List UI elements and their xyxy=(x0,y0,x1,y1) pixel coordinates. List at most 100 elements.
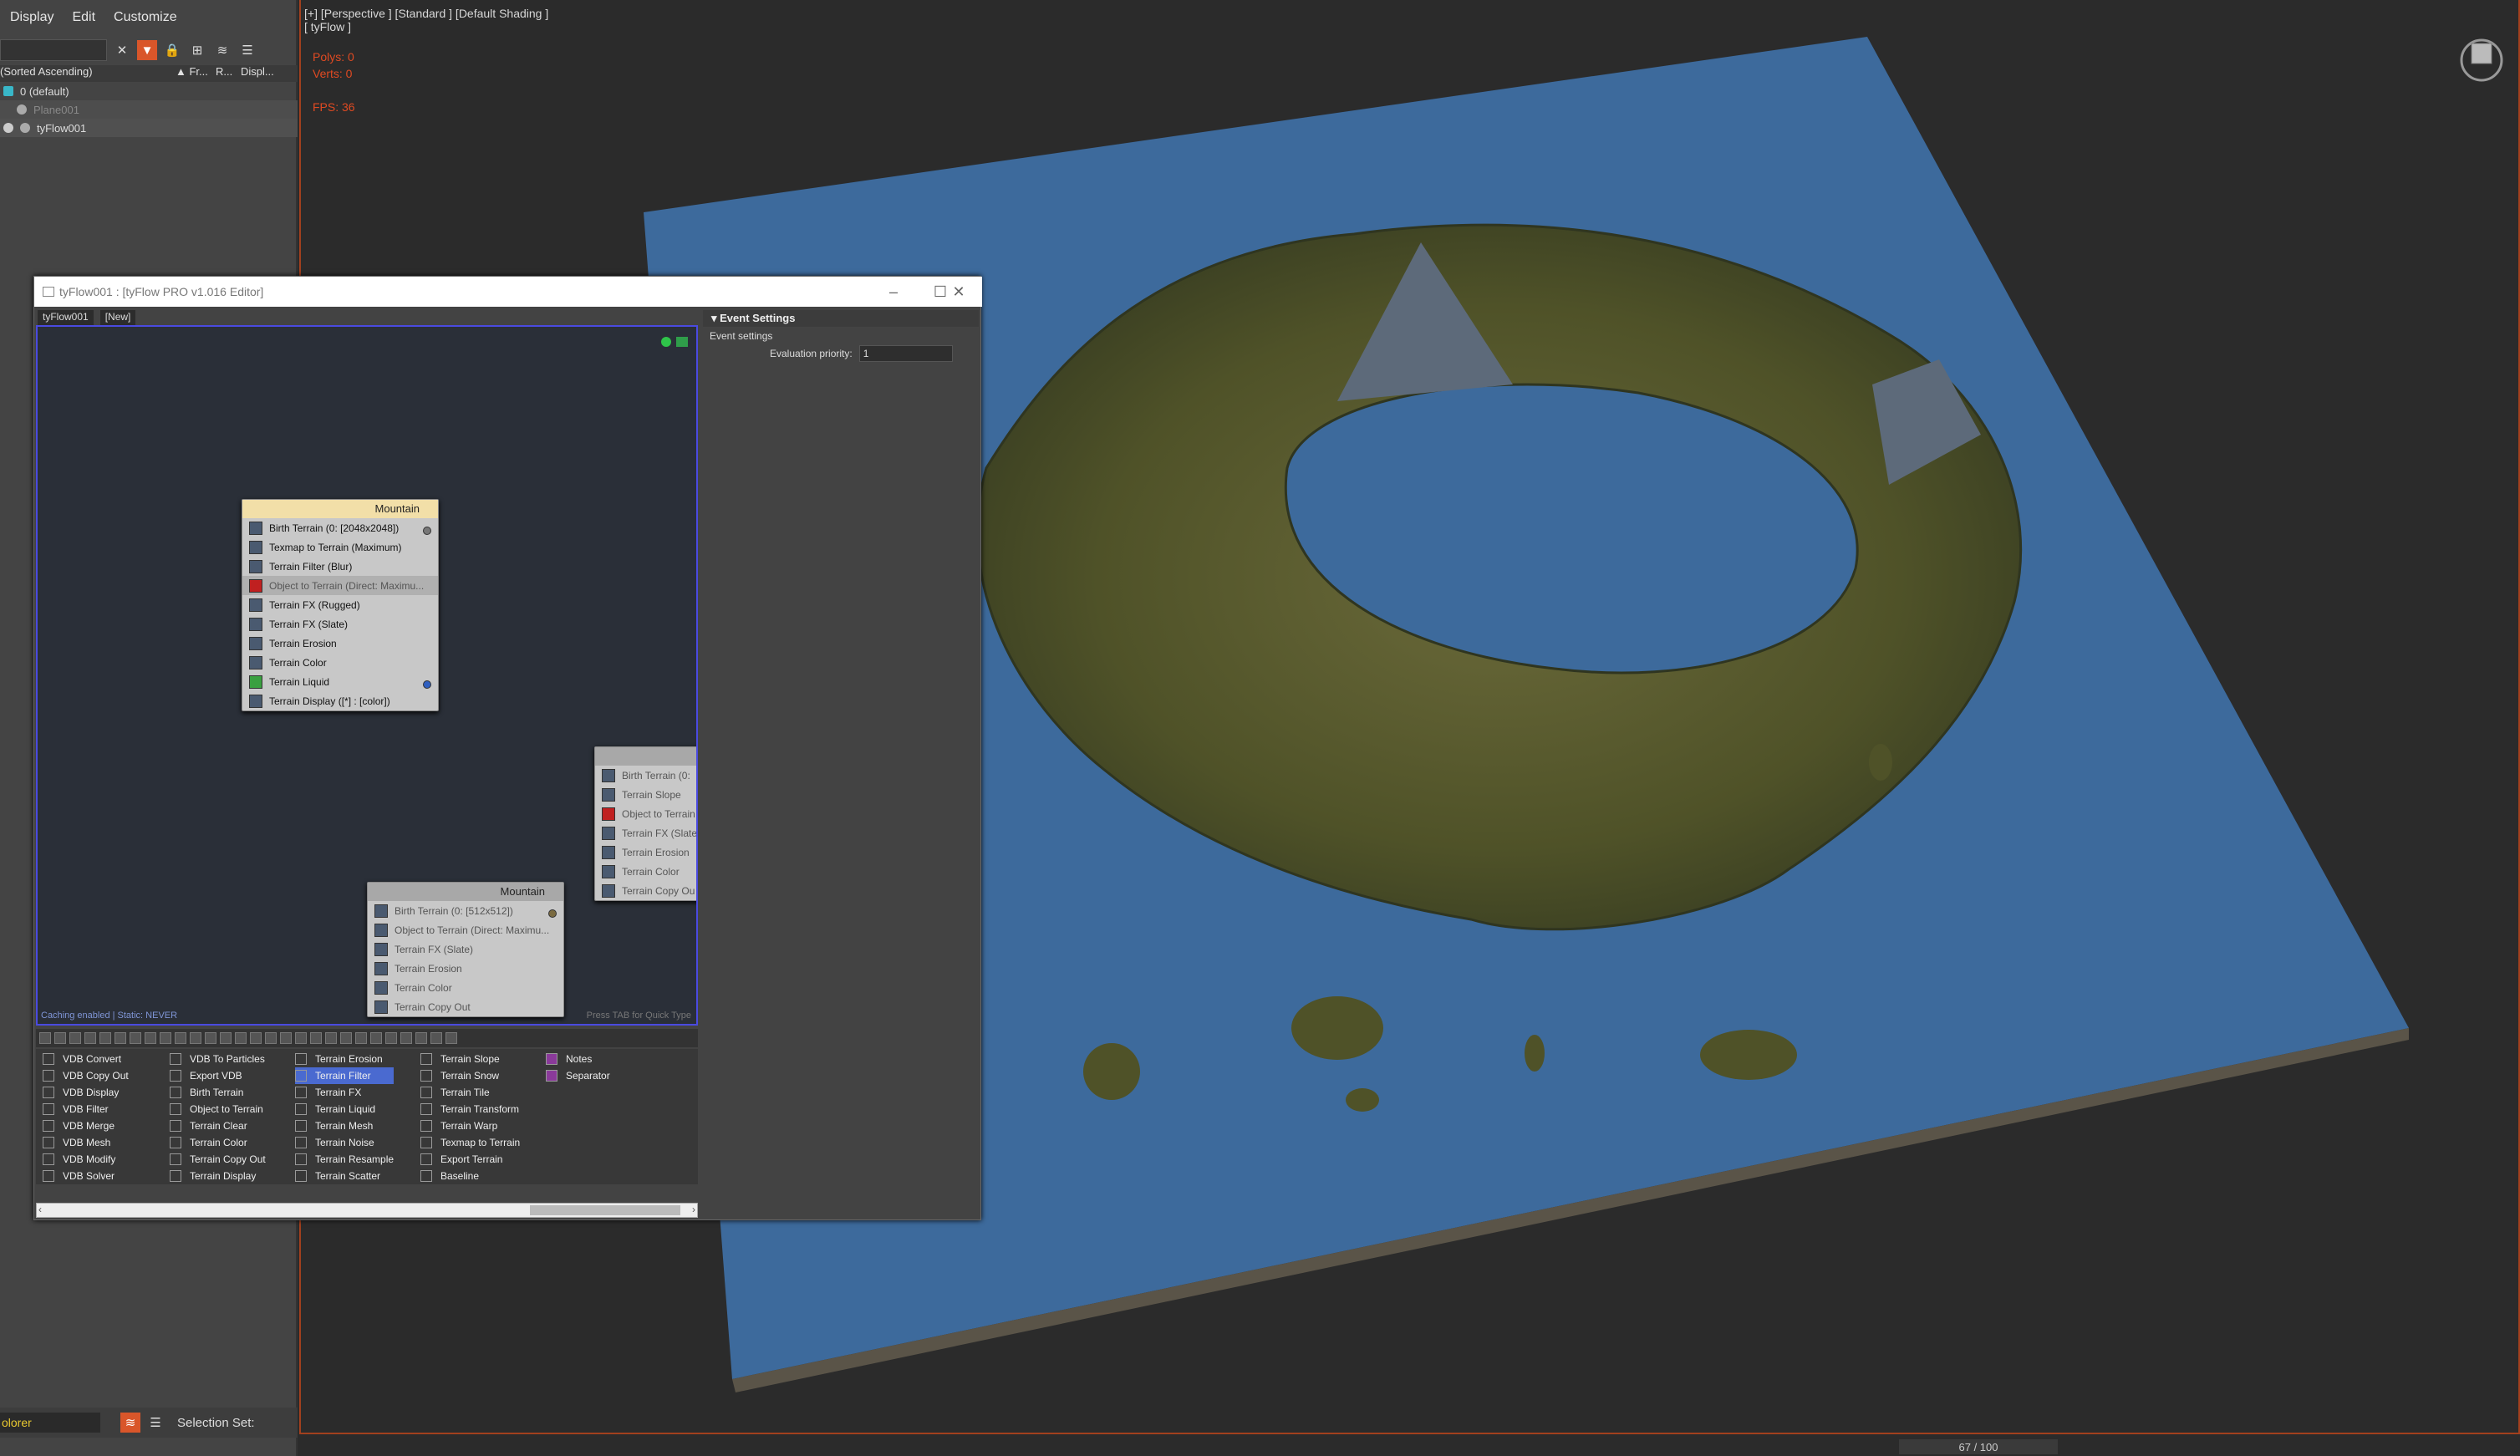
category-icon[interactable] xyxy=(220,1032,232,1044)
depot-item[interactable]: Terrain Copy Out xyxy=(170,1151,266,1168)
depot-item[interactable]: VDB Display xyxy=(43,1084,129,1101)
depot-item[interactable]: Terrain Snow xyxy=(420,1067,520,1084)
depot-item[interactable]: VDB Copy Out xyxy=(43,1067,129,1084)
category-icon[interactable] xyxy=(445,1032,457,1044)
hierarchy-icon[interactable]: ⊞ xyxy=(187,40,207,60)
minimize-icon[interactable]: – xyxy=(870,277,917,307)
column-frozen[interactable]: ▲ Fr... xyxy=(176,65,216,82)
depot-item[interactable]: Terrain Tile xyxy=(420,1084,520,1101)
depot-item[interactable]: Object to Terrain xyxy=(170,1101,266,1117)
visibility-eye-icon[interactable] xyxy=(3,123,13,133)
category-icon[interactable] xyxy=(115,1032,126,1044)
operator-item[interactable]: Terrain Color xyxy=(242,653,438,672)
depot-item[interactable]: Terrain FX xyxy=(295,1084,394,1101)
depot-item[interactable]: Export VDB xyxy=(170,1067,266,1084)
sort-icon[interactable]: ☰ xyxy=(145,1413,165,1433)
category-icon[interactable] xyxy=(84,1032,96,1044)
explorer-search-input[interactable] xyxy=(0,39,107,61)
operator-item[interactable]: Terrain Copy Out xyxy=(368,997,563,1016)
category-icon[interactable] xyxy=(145,1032,156,1044)
depot-item[interactable]: Terrain Display xyxy=(170,1168,266,1184)
operator-item[interactable]: Terrain Erosion xyxy=(242,634,438,653)
options-icon[interactable]: ☰ xyxy=(237,40,257,60)
output-socket-icon[interactable] xyxy=(423,527,431,535)
tab-tyflow001[interactable]: tyFlow001 xyxy=(38,310,94,325)
clear-search-icon[interactable]: ✕ xyxy=(112,40,132,60)
category-icon[interactable] xyxy=(310,1032,322,1044)
event-settings-header[interactable]: ▾ Event Settings xyxy=(703,310,979,327)
explorer-row[interactable]: tyFlow001 xyxy=(0,119,298,137)
operator-item[interactable]: Terrain FX (Slate xyxy=(595,823,696,843)
output-socket-icon[interactable] xyxy=(548,909,557,918)
evaluation-priority-spinner[interactable]: 1 xyxy=(858,345,953,362)
node-title[interactable] xyxy=(595,747,696,766)
depot-item[interactable]: VDB Convert xyxy=(43,1051,129,1067)
explorer-row[interactable]: 0 (default) xyxy=(0,82,298,100)
operator-item[interactable]: Terrain FX (Slate) xyxy=(368,939,563,959)
depot-item[interactable]: VDB Mesh xyxy=(43,1134,129,1151)
tab-new[interactable]: [New] xyxy=(99,310,136,325)
depot-item[interactable]: Terrain Warp xyxy=(420,1117,520,1134)
category-icon[interactable] xyxy=(400,1032,412,1044)
category-icon[interactable] xyxy=(69,1032,81,1044)
category-icon[interactable] xyxy=(175,1032,186,1044)
event-node[interactable]: Mountain Birth Terrain (0: [2048x2048]) … xyxy=(242,499,439,711)
layers-icon[interactable]: ≋ xyxy=(120,1413,140,1433)
depot-item[interactable]: Notes xyxy=(546,1051,610,1067)
depot-item[interactable]: Terrain Scatter xyxy=(295,1168,394,1184)
event-node[interactable]: Mountain Birth Terrain (0: [512x512]) Ob… xyxy=(367,882,564,1017)
operator-item[interactable]: Birth Terrain (0: [512x512]) xyxy=(368,901,563,920)
category-icon[interactable] xyxy=(355,1032,367,1044)
operator-item[interactable]: Terrain Erosion xyxy=(595,843,696,862)
depot-item[interactable]: Separator xyxy=(546,1067,610,1084)
operator-item[interactable]: Birth Terrain (0: xyxy=(595,766,696,785)
depot-item[interactable]: Export Terrain xyxy=(420,1151,520,1168)
column-display[interactable]: Displ... xyxy=(241,65,283,82)
sort-label[interactable]: (Sorted Ascending) xyxy=(0,65,176,82)
node-title[interactable]: Mountain xyxy=(242,500,438,518)
category-icon[interactable] xyxy=(39,1032,51,1044)
explorer-row[interactable]: Plane001 xyxy=(0,100,298,119)
column-render[interactable]: R... xyxy=(216,65,241,82)
category-icon[interactable] xyxy=(415,1032,427,1044)
depot-item[interactable]: Terrain Noise xyxy=(295,1134,394,1151)
category-icon[interactable] xyxy=(280,1032,292,1044)
category-icon[interactable] xyxy=(54,1032,66,1044)
editor-titlebar[interactable]: tyFlow001 : [tyFlow PRO v1.016 Editor] –… xyxy=(34,277,982,307)
event-node[interactable]: Birth Terrain (0: Terrain Slope Object t… xyxy=(594,746,696,901)
depot-item[interactable]: VDB Modify xyxy=(43,1151,129,1168)
depot-item[interactable]: Baseline xyxy=(420,1168,520,1184)
category-icon[interactable] xyxy=(325,1032,337,1044)
category-icon[interactable] xyxy=(130,1032,141,1044)
operator-item[interactable]: Terrain Liquid xyxy=(242,672,438,691)
scroll-left-icon[interactable]: ‹ xyxy=(38,1204,42,1215)
time-slider[interactable]: 67 / 100 xyxy=(1899,1439,2058,1454)
depot-item[interactable]: Terrain Mesh xyxy=(295,1117,394,1134)
depot-item[interactable]: VDB Solver xyxy=(43,1168,129,1184)
output-socket-icon[interactable] xyxy=(423,680,431,689)
depot-item[interactable]: VDB To Particles xyxy=(170,1051,266,1067)
flow-canvas[interactable]: Mountain Birth Terrain (0: [2048x2048]) … xyxy=(36,325,698,1026)
depot-item[interactable]: Terrain Erosion xyxy=(295,1051,394,1067)
category-icon[interactable] xyxy=(430,1032,442,1044)
close-icon[interactable]: ✕ xyxy=(935,277,982,307)
operator-item[interactable]: Terrain Slope xyxy=(595,785,696,804)
category-icon[interactable] xyxy=(99,1032,111,1044)
category-icon[interactable] xyxy=(160,1032,171,1044)
operator-item[interactable]: Terrain Display ([*] : [color]) xyxy=(242,691,438,710)
category-icon[interactable] xyxy=(205,1032,216,1044)
depot-item[interactable]: VDB Filter xyxy=(43,1101,129,1117)
category-icon[interactable] xyxy=(250,1032,262,1044)
category-icon[interactable] xyxy=(265,1032,277,1044)
node-title[interactable]: Mountain xyxy=(368,883,563,901)
category-icon[interactable] xyxy=(385,1032,397,1044)
operator-item[interactable]: Terrain Filter (Blur) xyxy=(242,557,438,576)
depot-item[interactable]: Birth Terrain xyxy=(170,1084,266,1101)
depot-item[interactable]: Terrain Resample xyxy=(295,1151,394,1168)
viewcube-icon[interactable] xyxy=(2457,33,2506,82)
category-icon[interactable] xyxy=(295,1032,307,1044)
operator-item[interactable]: Object to Terrain (Direct: Maximu... xyxy=(242,576,438,595)
depot-item[interactable]: VDB Merge xyxy=(43,1117,129,1134)
operator-item[interactable]: Terrain FX (Slate) xyxy=(242,614,438,634)
depot-item[interactable]: Texmap to Terrain xyxy=(420,1134,520,1151)
